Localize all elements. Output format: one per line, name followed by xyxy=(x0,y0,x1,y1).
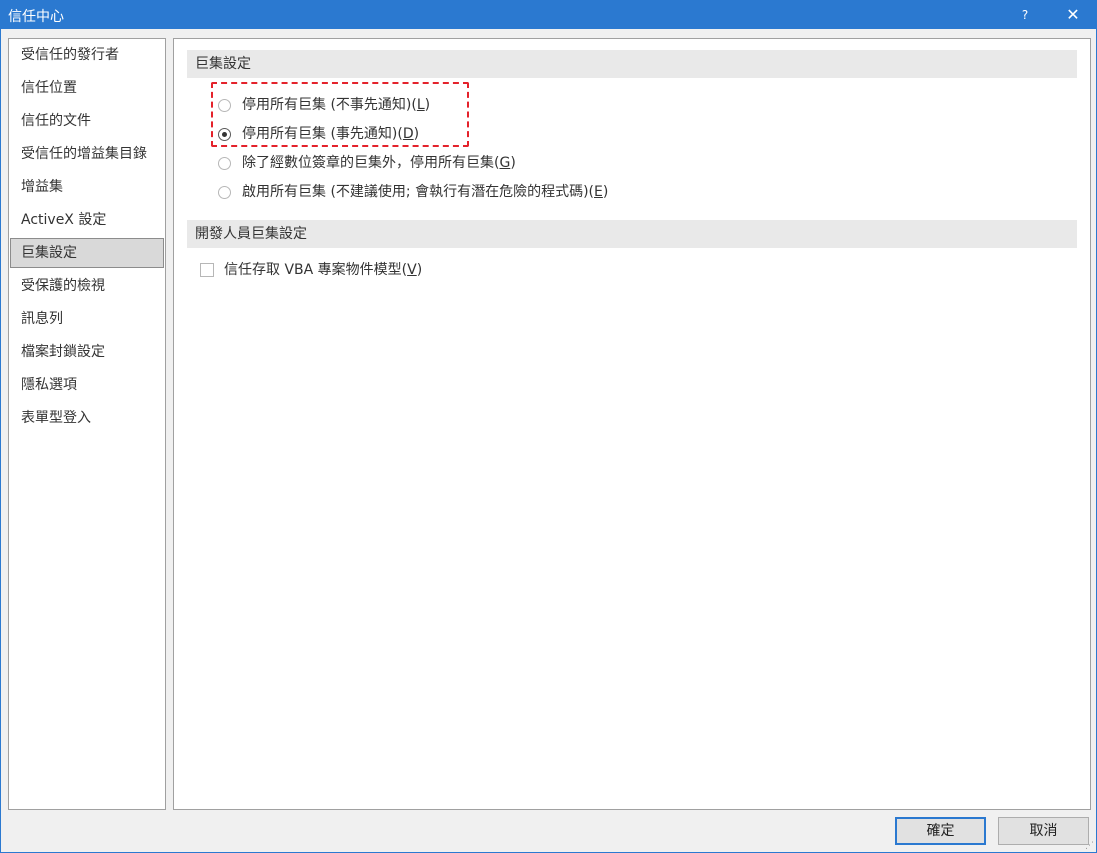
checkbox-trust-vba-object-model[interactable]: 信任存取 VBA 專案物件模型(V) xyxy=(200,259,422,281)
radio-label: 啟用所有巨集 (不建議使用; 會執行有潛在危險的程式碼)(E) xyxy=(242,184,609,200)
radio-button[interactable] xyxy=(218,98,231,112)
window-title: 信任中心 xyxy=(8,9,64,25)
sidebar-item-trusted-locations[interactable]: 信任位置 xyxy=(10,73,164,103)
help-button[interactable]: ? xyxy=(1005,1,1045,29)
resize-grip-icon[interactable]: ⋰ xyxy=(1085,841,1095,851)
sidebar-item-trusted-addin-catalogs[interactable]: 受信任的增益集目錄 xyxy=(10,139,164,169)
sidebar-item-file-block-settings[interactable]: 檔案封鎖設定 xyxy=(10,337,164,367)
macro-settings-header: 巨集設定 xyxy=(187,50,1077,78)
title-bar: 信任中心 ? ✕ xyxy=(1,1,1097,29)
sidebar-item-activex-settings[interactable]: ActiveX 設定 xyxy=(10,205,164,235)
developer-macro-settings-header: 開發人員巨集設定 xyxy=(187,220,1077,248)
radio-button[interactable] xyxy=(218,156,231,170)
sidebar-item-message-bar[interactable]: 訊息列 xyxy=(10,304,164,334)
sidebar-item-macro-settings[interactable]: 巨集設定 xyxy=(10,238,164,268)
radio-button[interactable] xyxy=(218,185,231,199)
radio-enable-all[interactable]: 啟用所有巨集 (不建議使用; 會執行有潛在危險的程式碼)(E) xyxy=(218,181,608,203)
cancel-button[interactable]: 取消 xyxy=(998,817,1089,845)
radio-disable-all-with-notification[interactable]: 停用所有巨集 (事先通知)(D) xyxy=(218,123,419,145)
sidebar-item-form-based-signin[interactable]: 表單型登入 xyxy=(10,403,164,433)
sidebar-item-trusted-documents[interactable]: 信任的文件 xyxy=(10,106,164,136)
sidebar-item-trusted-publishers[interactable]: 受信任的發行者 xyxy=(10,40,164,70)
sidebar-item-privacy-options[interactable]: 隱私選項 xyxy=(10,370,164,400)
settings-panel: 巨集設定 停用所有巨集 (不事先通知)(L) 停用所有巨集 (事先通知)(D) … xyxy=(173,38,1091,810)
checkbox-label: 信任存取 VBA 專案物件模型(V) xyxy=(224,262,423,278)
checkbox[interactable] xyxy=(200,263,214,277)
radio-label: 停用所有巨集 (不事先通知)(L) xyxy=(242,97,431,113)
sidebar-item-protected-view[interactable]: 受保護的檢視 xyxy=(10,271,164,301)
ok-button[interactable]: 確定 xyxy=(895,817,986,845)
close-button[interactable]: ✕ xyxy=(1053,1,1093,29)
radio-label: 停用所有巨集 (事先通知)(D) xyxy=(242,126,420,142)
category-sidebar: 受信任的發行者 信任位置 信任的文件 受信任的增益集目錄 增益集 ActiveX… xyxy=(8,38,166,810)
radio-label: 除了經數位簽章的巨集外，停用所有巨集(G) xyxy=(242,155,516,171)
sidebar-item-addins[interactable]: 增益集 xyxy=(10,172,164,202)
radio-button-checked[interactable] xyxy=(218,127,231,141)
radio-disable-all-no-notification[interactable]: 停用所有巨集 (不事先通知)(L) xyxy=(218,94,430,116)
radio-disable-except-signed[interactable]: 除了經數位簽章的巨集外，停用所有巨集(G) xyxy=(218,152,516,174)
trust-center-dialog: 信任中心 ? ✕ 受信任的發行者 信任位置 信任的文件 受信任的增益集目錄 增益… xyxy=(0,0,1097,853)
